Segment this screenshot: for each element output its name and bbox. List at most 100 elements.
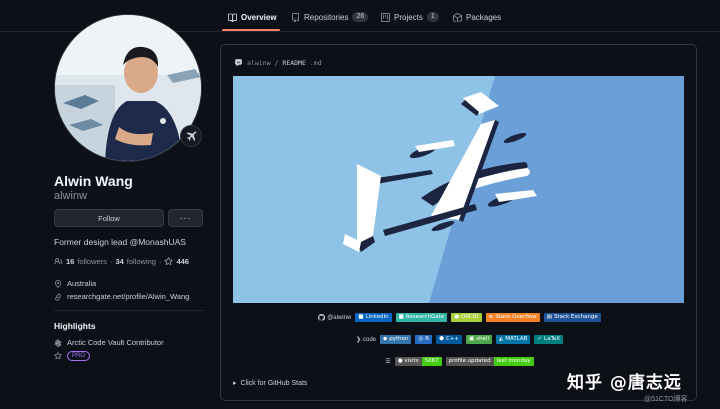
tab-projects[interactable]: Projects 1 [381, 9, 439, 25]
followers-count[interactable]: 16 [66, 257, 74, 266]
shell-badge[interactable]: ▣ shell [466, 335, 492, 344]
r-badge[interactable]: ◎ R [415, 335, 433, 344]
profile-website[interactable]: researchgate.net/profile/Alwin_Wang [54, 292, 189, 301]
visits-badge[interactable]: ● visits 5067 [394, 357, 442, 366]
cpp-icon: ⬢ [439, 336, 444, 342]
orcid-badge[interactable]: ● ORCID [451, 313, 482, 322]
readme-extension: .md [309, 58, 322, 67]
repositories-count-badge: 26 [352, 12, 369, 22]
github-stats-toggle[interactable]: ▸ Click for GitHub Stats [233, 379, 307, 388]
airplane-icon [186, 130, 196, 141]
sidebar-divider [54, 310, 204, 311]
profile-updated-label: profile updated [445, 357, 494, 366]
follow-button[interactable]: Follow [54, 209, 164, 227]
pro-badge: PRO [67, 351, 91, 361]
matlab-badge-label: MATLAB [505, 336, 528, 342]
profile-location: Australia [54, 279, 96, 288]
github-handle[interactable]: @alwinw [318, 314, 351, 321]
matlab-badge[interactable]: ◭ MATLAB [496, 335, 531, 344]
location-pin-icon [55, 279, 61, 288]
following-label[interactable]: following [127, 257, 156, 266]
package-icon [453, 12, 462, 22]
disclosure-triangle-icon: ▸ [233, 380, 237, 387]
status-emoji-button[interactable] [180, 125, 202, 147]
active-tab-indicator [222, 29, 280, 31]
linkedin-badge[interactable]: ■ LinkedIn [355, 313, 392, 322]
stackoverflow-badge[interactable]: ≡ Stack Overflow [485, 313, 540, 322]
shell-icon: ▣ [469, 336, 475, 342]
tab-overview-label: Overview [241, 12, 277, 22]
stats-badge-row: ☰ ● visits 5067 profile updated last mon… [221, 357, 698, 366]
stackexchange-badge[interactable]: ▤ Stack Exchange [543, 313, 601, 322]
orcid-badge-label: ORCID [461, 314, 479, 320]
tab-overview[interactable]: Overview [228, 9, 277, 25]
matlab-icon: ◭ [499, 336, 504, 342]
profile-fullname: Alwin Wang [54, 173, 133, 189]
python-badge-label: python [389, 336, 409, 342]
smiley-icon [235, 59, 242, 67]
project-icon [381, 12, 390, 22]
tab-projects-label: Projects [394, 12, 423, 22]
profile-stats: 16 followers · 34 following · 446 [54, 257, 189, 266]
cpp-badge-label: C++ [445, 336, 459, 342]
stats-separator: · [109, 257, 113, 266]
location-text: Australia [67, 279, 97, 288]
github-handle-text: @alwinw [327, 314, 352, 321]
repo-icon [292, 12, 299, 22]
zhihu-watermark: 知乎 @唐志远 [567, 373, 682, 393]
highlight-pro: PRO [54, 351, 91, 361]
tab-repositories-label: Repositories [304, 12, 349, 22]
code-label: ❯ code [355, 336, 376, 344]
aircraft-banner-illustration [233, 76, 684, 303]
python-icon: ◆ [383, 336, 388, 342]
visits-badge-value: 5067 [421, 357, 442, 366]
researchgate-badge[interactable]: ■ ResearchGate [395, 313, 448, 322]
latex-badge-label: LaTeX [544, 336, 561, 342]
shell-badge-label: shell [476, 336, 489, 342]
stackexchange-icon: ▤ [546, 314, 552, 320]
python-badge[interactable]: ◆ python [380, 335, 412, 344]
profile-bio: Former design lead @MonashUAS [54, 237, 186, 247]
cpp-badge[interactable]: ⬢ C++ [436, 335, 462, 344]
stackexchange-badge-label: Stack Exchange [553, 314, 598, 320]
stackoverflow-icon: ≡ [488, 314, 494, 320]
github-icon [318, 314, 326, 321]
profile-updated-value: last monday [493, 357, 534, 366]
readme-card: alwinw / README .md @alwinw ■ LinkedIn ■… [220, 44, 697, 401]
51cto-watermark: @51CTO博客 [644, 396, 688, 403]
researchgate-badge-label: ResearchGate [405, 314, 445, 320]
social-badge-row: @alwinw ■ LinkedIn ■ ResearchGate ● ORCID ≡… [221, 313, 698, 322]
snowflake-icon [54, 338, 62, 347]
code-label-text: code [362, 336, 376, 343]
following-count[interactable]: 34 [115, 257, 123, 266]
tab-packages-label: Packages [466, 12, 502, 22]
star-outline-icon [54, 352, 62, 360]
stats-separator-2: · [158, 257, 162, 266]
latex-badge[interactable]: ✓ LaTeX [534, 335, 564, 344]
highlight-item: Arctic Code Vault Contributor [54, 338, 164, 347]
more-options-button[interactable]: ··· [168, 209, 203, 227]
rss-icon: ☰ [385, 359, 391, 365]
linkedin-icon: ■ [358, 314, 364, 320]
r-badge-label: R [425, 336, 430, 342]
profile-username: alwinw [54, 190, 88, 202]
stackoverflow-badge-label: Stack Overflow [495, 314, 537, 320]
highlight-arctic-vault[interactable]: Arctic Code Vault Contributor [67, 338, 164, 347]
readme-owner[interactable]: alwinw [247, 59, 270, 67]
readme-path: alwinw / README .md [234, 58, 322, 67]
website-link[interactable]: researchgate.net/profile/Alwin_Wang [67, 292, 189, 301]
tab-packages[interactable]: Packages [453, 9, 501, 25]
latex-icon: ✓ [537, 336, 543, 342]
stars-count[interactable]: 446 [176, 257, 189, 266]
link-icon [55, 293, 61, 301]
star-icon [164, 257, 174, 266]
highlights-heading: Highlights [54, 321, 96, 331]
followers-label[interactable]: followers [77, 257, 107, 266]
terminal-icon: ❯ [355, 337, 361, 343]
book-icon [228, 13, 237, 22]
readme-filename[interactable]: README [282, 59, 305, 67]
profile-updated-badge[interactable]: profile updated last monday [445, 357, 534, 366]
readme-path-separator: / [274, 58, 279, 67]
tab-repositories[interactable]: Repositories 26 [291, 9, 369, 25]
linkedin-badge-label: LinkedIn [365, 314, 389, 320]
